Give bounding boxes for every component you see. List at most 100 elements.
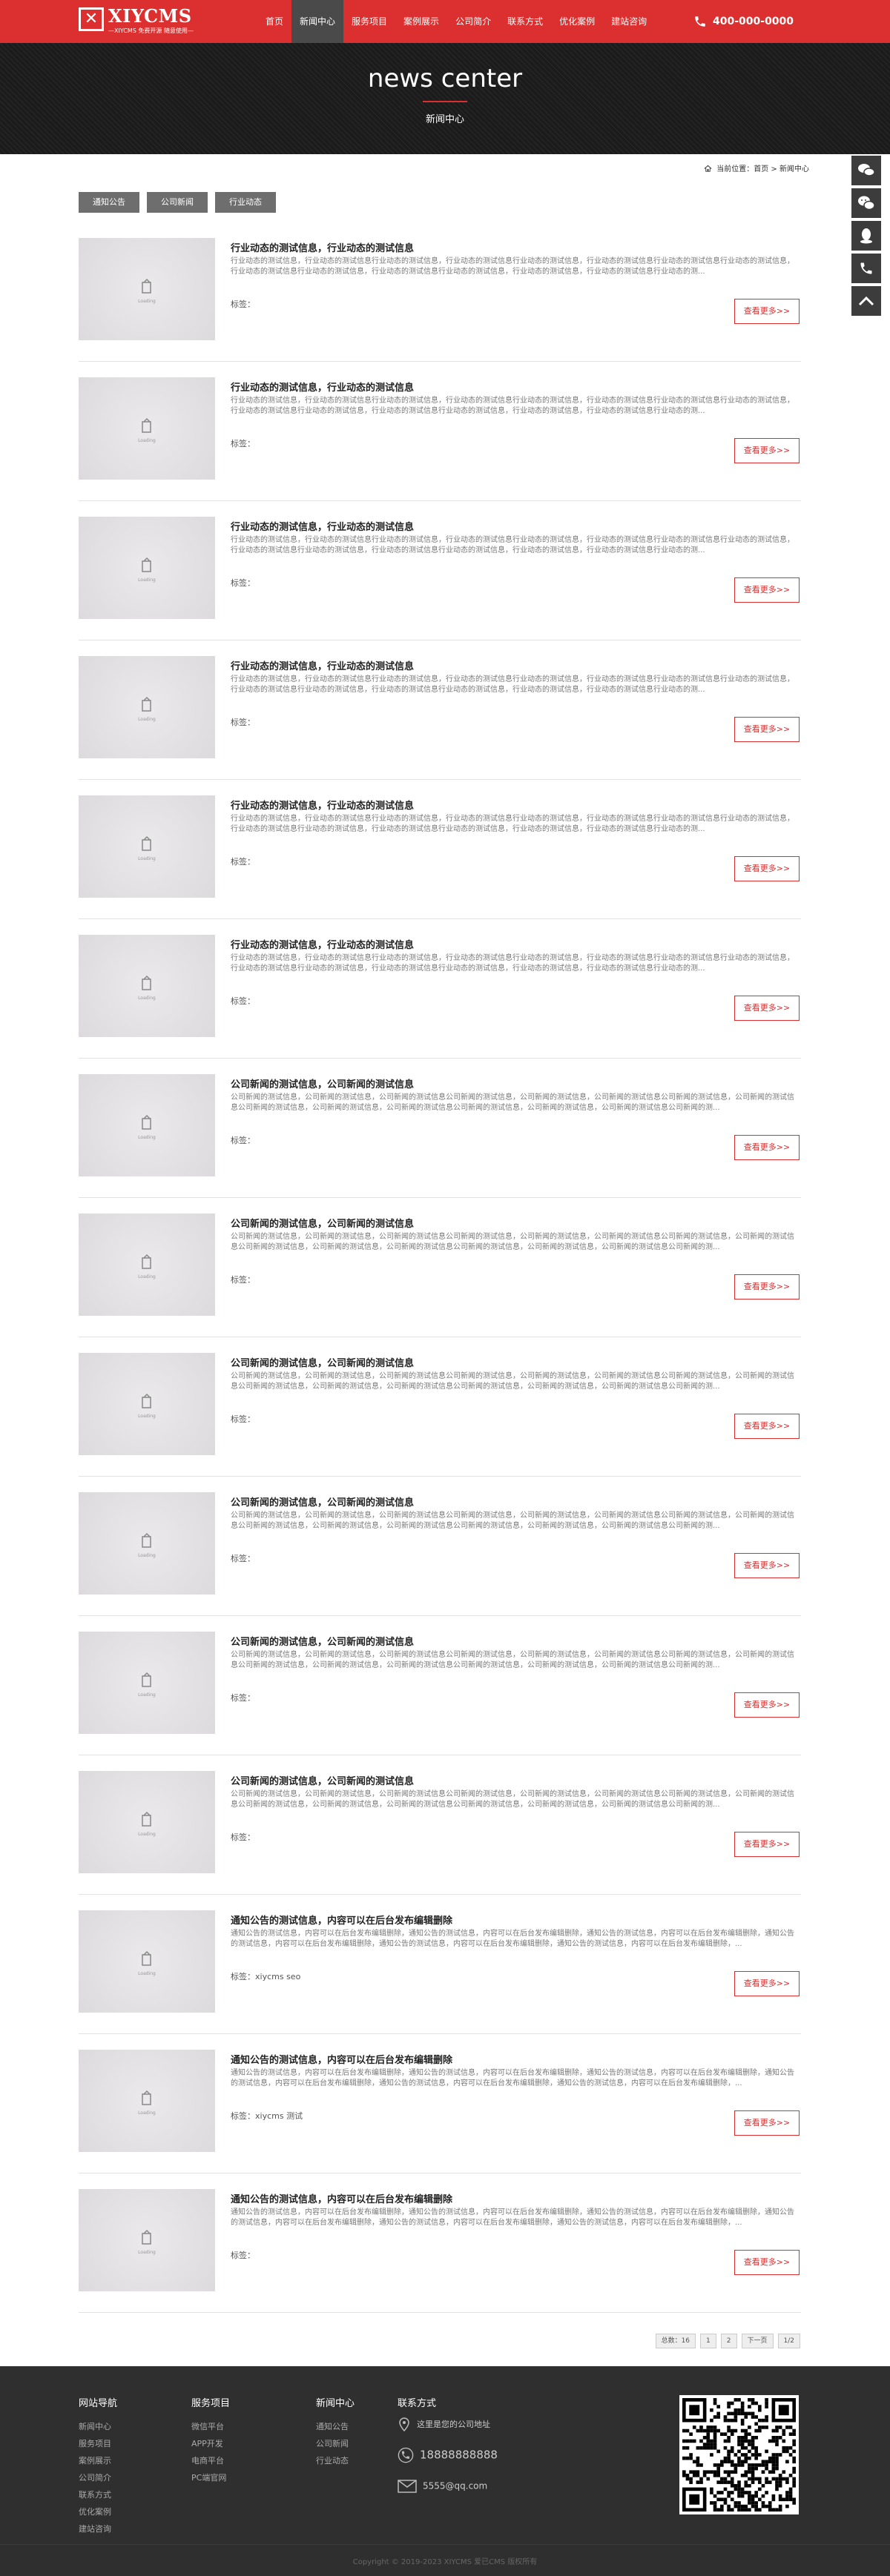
article-title[interactable]: 通知公告的测试信息，内容可以在后台发布编辑删除 [231, 2052, 452, 2066]
read-more-button[interactable]: 查看更多>> [734, 1553, 800, 1578]
news-list-item[interactable]: Loading 通知公告的测试信息，内容可以在后台发布编辑删除 通知公告的测试信息，… [79, 2034, 801, 2173]
site-logo[interactable]: ✕ XIYCMS —XIYCMS 免费开源 随意使用— [79, 6, 205, 37]
side-wechat-button[interactable] [851, 188, 881, 218]
nav-item-contact[interactable]: 联系方式 [499, 0, 551, 43]
footer-link[interactable]: 行业动态 [316, 2452, 355, 2469]
footer-link[interactable]: 微信平台 [191, 2418, 230, 2435]
read-more-button[interactable]: 查看更多>> [734, 2110, 800, 2136]
article-title[interactable]: 通知公告的测试信息，内容可以在后台发布编辑删除 [231, 1913, 452, 1927]
footer-link[interactable]: 案例展示 [79, 2452, 117, 2469]
footer-link[interactable]: 优化案例 [79, 2503, 117, 2520]
article-thumbnail[interactable]: Loading [79, 377, 215, 480]
pagination-page-1[interactable]: 1 [700, 2334, 716, 2348]
nav-item-about[interactable]: 公司简介 [447, 0, 499, 43]
footer-email[interactable]: 5555@qq.com [423, 2481, 487, 2491]
news-list-item[interactable]: Loading 通知公告的测试信息，内容可以在后台发布编辑删除 通知公告的测试信息，… [79, 1895, 801, 2034]
nav-item-seo-cases[interactable]: 优化案例 [551, 0, 603, 43]
read-more-button[interactable]: 查看更多>> [734, 1971, 800, 1996]
article-title[interactable]: 公司新闻的测试信息，公司新闻的测试信息 [231, 1076, 414, 1090]
article-thumbnail[interactable]: Loading [79, 935, 215, 1037]
article-title[interactable]: 公司新闻的测试信息，公司新闻的测试信息 [231, 1494, 414, 1509]
footer-link[interactable]: 新闻中心 [79, 2418, 117, 2435]
article-thumbnail[interactable]: Loading [79, 1074, 215, 1176]
article-thumbnail[interactable]: Loading [79, 517, 215, 619]
news-list-item[interactable]: Loading 行业动态的测试信息，行业动态的测试信息 行业动态的测试信息，行业动态… [79, 222, 801, 362]
article-thumbnail[interactable]: Loading [79, 1353, 215, 1455]
side-chat-button[interactable] [851, 156, 881, 185]
read-more-button[interactable]: 查看更多>> [734, 1414, 800, 1439]
article-title[interactable]: 公司新闻的测试信息，公司新闻的测试信息 [231, 1355, 414, 1369]
tab-industry-news[interactable]: 行业动态 [215, 192, 276, 213]
nav-item-news[interactable]: 新闻中心 [291, 0, 344, 43]
read-more-button[interactable]: 查看更多>> [734, 1135, 800, 1160]
read-more-button[interactable]: 查看更多>> [734, 577, 800, 603]
breadcrumb-text[interactable]: 当前位置：首页 > 新闻中心 [716, 165, 809, 173]
tab-notices[interactable]: 通知公告 [79, 192, 139, 213]
article-thumbnail[interactable]: Loading [79, 656, 215, 758]
article-thumbnail[interactable]: Loading [79, 2050, 215, 2152]
footer-link[interactable]: 电商平台 [191, 2452, 230, 2469]
article-title[interactable]: 公司新闻的测试信息，公司新闻的测试信息 [231, 1216, 414, 1230]
news-list-item[interactable]: Loading 公司新闻的测试信息，公司新闻的测试信息 公司新闻的测试信息，公司新闻… [79, 1337, 801, 1477]
article-title[interactable]: 行业动态的测试信息，行业动态的测试信息 [231, 380, 414, 394]
side-phone-button[interactable] [851, 254, 881, 283]
news-list-item[interactable]: Loading 行业动态的测试信息，行业动态的测试信息 行业动态的测试信息，行业动态… [79, 919, 801, 1059]
footer-link[interactable]: 建站咨询 [79, 2520, 117, 2537]
news-list-item[interactable]: Loading 行业动态的测试信息，行业动态的测试信息 行业动态的测试信息，行业动态… [79, 780, 801, 919]
footer-link[interactable]: 公司简介 [79, 2469, 117, 2486]
pagination-next[interactable]: 下一页 [741, 2334, 774, 2348]
side-back-to-top-button[interactable] [851, 286, 881, 316]
read-more-button[interactable]: 查看更多>> [734, 996, 800, 1021]
article-title[interactable]: 行业动态的测试信息，行业动态的测试信息 [231, 798, 414, 812]
read-more-button[interactable]: 查看更多>> [734, 2250, 800, 2275]
footer-link[interactable]: 服务项目 [79, 2435, 117, 2452]
nav-item-services[interactable]: 服务项目 [343, 0, 395, 43]
side-qq-button[interactable] [851, 221, 881, 251]
article-title[interactable]: 行业动态的测试信息，行业动态的测试信息 [231, 240, 414, 254]
footer-link[interactable]: PC端官网 [191, 2469, 230, 2486]
news-list-item[interactable]: Loading 公司新闻的测试信息，公司新闻的测试信息 公司新闻的测试信息，公司新闻… [79, 1477, 801, 1616]
news-list-item[interactable]: Loading 公司新闻的测试信息，公司新闻的测试信息 公司新闻的测试信息，公司新闻… [79, 1059, 801, 1198]
read-more-button[interactable]: 查看更多>> [734, 1692, 800, 1718]
article-title[interactable]: 公司新闻的测试信息，公司新闻的测试信息 [231, 1773, 414, 1787]
nav-item-cases[interactable]: 案例展示 [395, 0, 447, 43]
header-phone[interactable]: 400-000-0000 [693, 0, 794, 43]
read-more-button[interactable]: 查看更多>> [734, 717, 800, 742]
tab-company-news[interactable]: 公司新闻 [147, 192, 208, 213]
footer-link[interactable]: 联系方式 [79, 2486, 117, 2503]
article-tags: 标签： [231, 1414, 255, 1424]
article-thumbnail[interactable]: Loading [79, 1492, 215, 1595]
news-list-item[interactable]: Loading 公司新闻的测试信息，公司新闻的测试信息 公司新闻的测试信息，公司新闻… [79, 1755, 801, 1895]
news-list-item[interactable]: Loading 通知公告的测试信息，内容可以在后台发布编辑删除 通知公告的测试信息，… [79, 2173, 801, 2313]
article-thumbnail[interactable]: Loading [79, 2189, 215, 2291]
footer-link[interactable]: 公司新闻 [316, 2435, 355, 2452]
nav-item-consult[interactable]: 建站咨询 [603, 0, 655, 43]
article-title[interactable]: 行业动态的测试信息，行业动态的测试信息 [231, 937, 414, 951]
article-thumbnail[interactable]: Loading [79, 238, 215, 340]
article-thumbnail[interactable]: Loading [79, 1771, 215, 1873]
read-more-button[interactable]: 查看更多>> [734, 856, 800, 881]
nav-item-home[interactable]: 首页 [257, 0, 291, 43]
read-more-button[interactable]: 查看更多>> [734, 1274, 800, 1299]
article-title[interactable]: 公司新闻的测试信息，公司新闻的测试信息 [231, 1634, 414, 1648]
article-title[interactable]: 行业动态的测试信息，行业动态的测试信息 [231, 658, 414, 672]
pagination-page-2[interactable]: 2 [720, 2334, 737, 2348]
news-list-item[interactable]: Loading 行业动态的测试信息，行业动态的测试信息 行业动态的测试信息，行业动态… [79, 640, 801, 780]
news-list-item[interactable]: Loading 行业动态的测试信息，行业动态的测试信息 行业动态的测试信息，行业动态… [79, 501, 801, 640]
article-thumbnail[interactable]: Loading [79, 1910, 215, 2013]
read-more-button[interactable]: 查看更多>> [734, 299, 800, 324]
article-title[interactable]: 通知公告的测试信息，内容可以在后台发布编辑删除 [231, 2191, 452, 2205]
news-list-item[interactable]: Loading 公司新闻的测试信息，公司新闻的测试信息 公司新闻的测试信息，公司新闻… [79, 1198, 801, 1337]
read-more-button[interactable]: 查看更多>> [734, 438, 800, 463]
footer-address-row: 这里是您的公司地址 [398, 2417, 490, 2432]
read-more-button[interactable]: 查看更多>> [734, 1832, 800, 1857]
article-thumbnail[interactable]: Loading [79, 1632, 215, 1734]
article-title[interactable]: 行业动态的测试信息，行业动态的测试信息 [231, 519, 414, 533]
footer-link[interactable]: APP开发 [191, 2435, 230, 2452]
news-list-item[interactable]: Loading 公司新闻的测试信息，公司新闻的测试信息 公司新闻的测试信息，公司新闻… [79, 1616, 801, 1755]
article-thumbnail[interactable]: Loading [79, 795, 215, 898]
article-thumbnail[interactable]: Loading [79, 1213, 215, 1316]
news-list-item[interactable]: Loading 行业动态的测试信息，行业动态的测试信息 行业动态的测试信息，行业动态… [79, 362, 801, 501]
footer-phone[interactable]: 18888888888 [420, 2448, 498, 2462]
footer-link[interactable]: 通知公告 [316, 2418, 355, 2435]
